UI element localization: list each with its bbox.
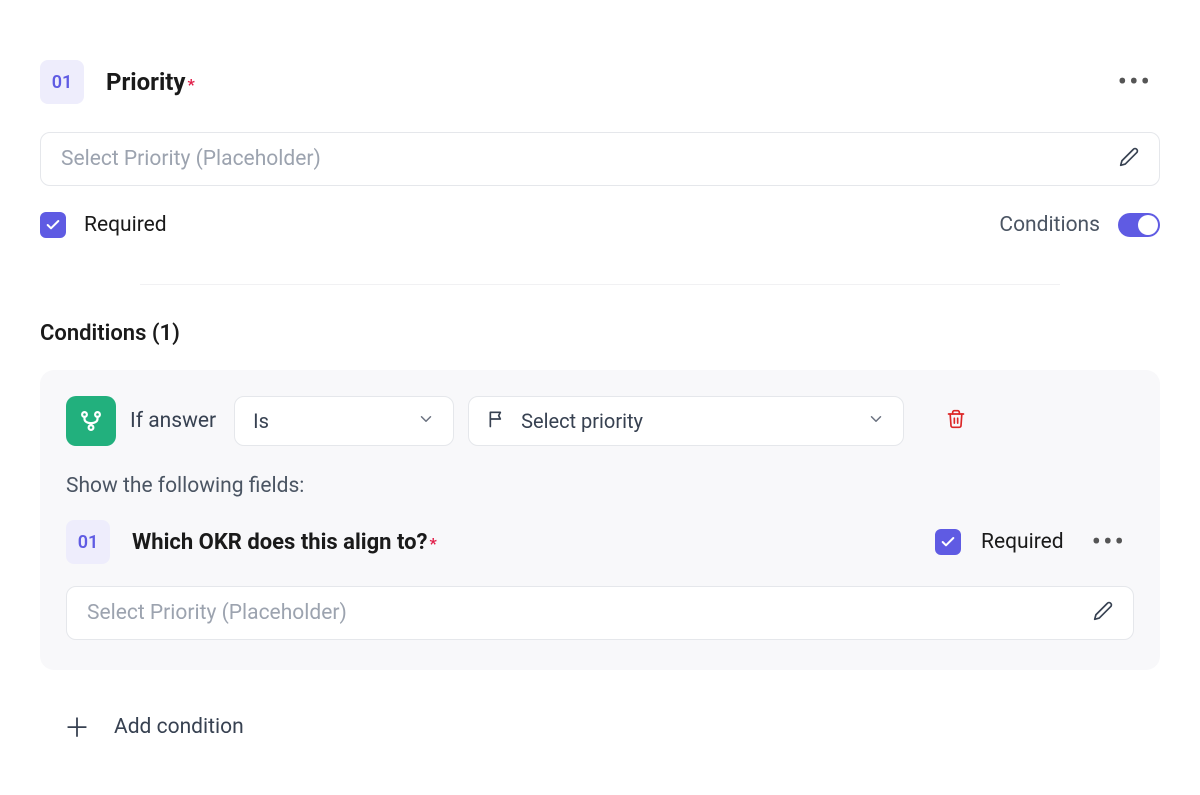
show-fields-label: Show the following fields:: [66, 474, 1134, 498]
nested-field-right: Required •••: [935, 524, 1134, 560]
plus-icon: ＋: [64, 708, 90, 745]
chevron-down-icon: [417, 410, 435, 432]
edit-icon[interactable]: [1093, 601, 1113, 625]
operator-select[interactable]: Is: [234, 396, 454, 446]
field-number-badge: 01: [40, 60, 84, 104]
nested-field-title-wrap: Which OKR does this align to?*: [132, 530, 437, 555]
if-answer-label: If answer: [130, 409, 216, 433]
chevron-down-icon: [867, 410, 885, 432]
section-divider: [140, 284, 1060, 285]
conditions-toggle[interactable]: [1118, 213, 1160, 237]
nested-field-left: 01 Which OKR does this align to?*: [66, 520, 437, 564]
add-condition-button[interactable]: ＋ Add condition: [40, 702, 1160, 751]
required-star-icon: *: [188, 75, 195, 94]
nested-field-header: 01 Which OKR does this align to?* Requir…: [66, 520, 1134, 564]
field-header: 01 Priority* •••: [40, 60, 1160, 104]
value-placeholder: Select priority: [521, 409, 853, 433]
required-star-icon: *: [429, 534, 436, 553]
operator-value: Is: [253, 409, 269, 433]
conditions-toggle-label: Conditions: [999, 213, 1100, 237]
condition-rule-row: If answer Is Select priority: [66, 396, 1134, 446]
priority-placeholder-text: Select Priority (Placeholder): [61, 147, 321, 171]
delete-condition-button[interactable]: [938, 401, 974, 441]
required-checkbox-row: Required: [40, 212, 167, 238]
conditions-heading: Conditions (1): [40, 321, 1160, 346]
required-checkbox[interactable]: [40, 212, 66, 238]
required-label: Required: [84, 213, 167, 237]
field-options-row: Required Conditions: [40, 212, 1160, 238]
nested-placeholder-text: Select Priority (Placeholder): [87, 601, 347, 625]
value-select[interactable]: Select priority: [468, 396, 904, 446]
more-options-icon[interactable]: •••: [1110, 64, 1160, 100]
nested-field-title: Which OKR does this align to?: [132, 530, 427, 555]
flag-icon: [487, 409, 507, 433]
nested-placeholder-input[interactable]: Select Priority (Placeholder): [66, 586, 1134, 640]
field-title: Priority: [106, 68, 186, 96]
add-condition-label: Add condition: [114, 715, 244, 739]
nested-required-label: Required: [981, 530, 1064, 554]
toggle-knob: [1138, 215, 1158, 235]
nested-more-options-icon[interactable]: •••: [1084, 524, 1134, 560]
priority-placeholder-input[interactable]: Select Priority (Placeholder): [40, 132, 1160, 186]
nested-required-checkbox[interactable]: [935, 529, 961, 555]
field-header-left: 01 Priority*: [40, 60, 195, 104]
condition-card: If answer Is Select priority: [40, 370, 1160, 670]
branch-icon: [66, 396, 116, 446]
edit-icon[interactable]: [1119, 147, 1139, 171]
conditions-toggle-row: Conditions: [999, 213, 1160, 237]
nested-field-number-badge: 01: [66, 520, 110, 564]
field-title-wrap: Priority*: [106, 68, 195, 96]
